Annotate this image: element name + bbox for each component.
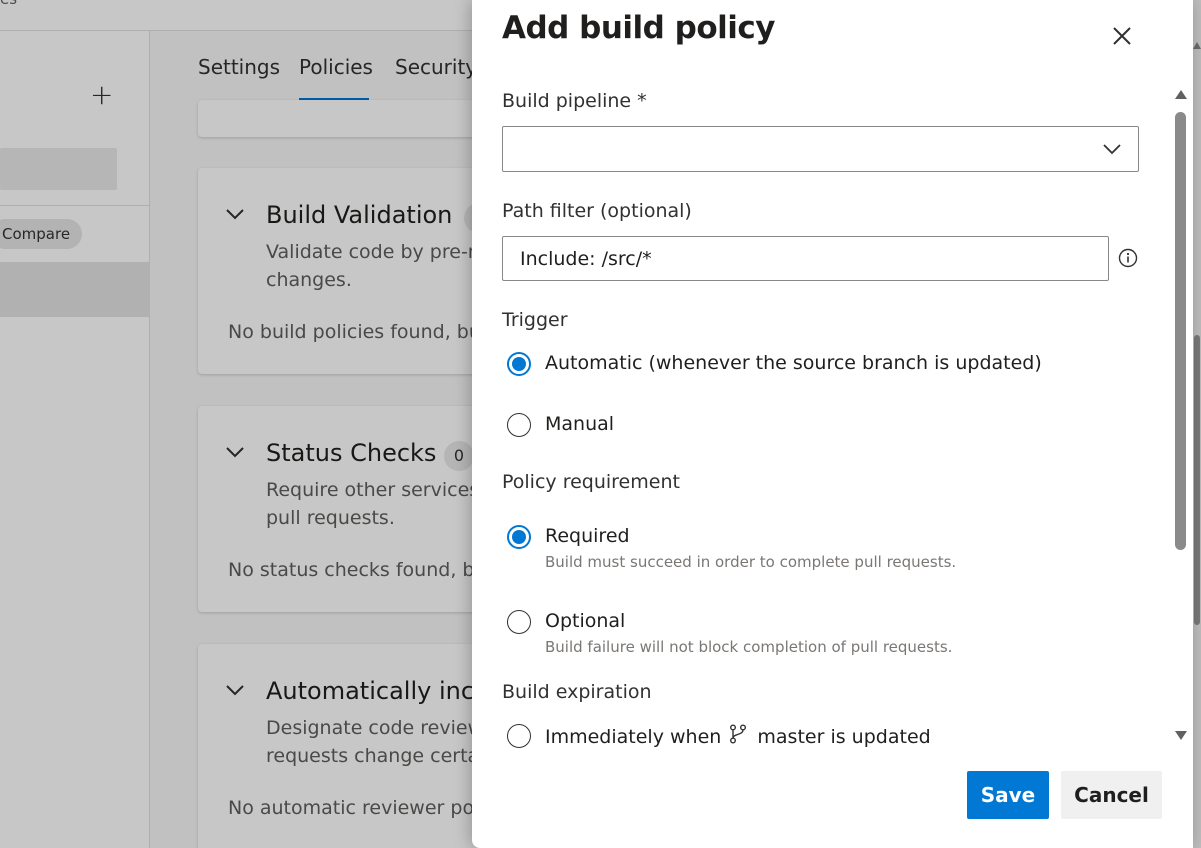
path-filter-label: Path filter (optional) xyxy=(502,200,692,222)
expiration-immediately-radio[interactable] xyxy=(507,724,531,748)
path-filter-input[interactable] xyxy=(502,236,1109,281)
trigger-manual-radio[interactable] xyxy=(507,413,531,437)
requirement-required-description: Build must succeed in order to complete … xyxy=(545,553,957,571)
requirement-optional-radio[interactable] xyxy=(507,610,531,634)
chevron-down-icon xyxy=(1103,144,1121,155)
dialog-title: Add build policy xyxy=(502,10,775,46)
build-expiration-label: Build expiration xyxy=(502,681,652,703)
build-pipeline-dropdown[interactable] xyxy=(502,126,1139,172)
requirement-required-radio[interactable] xyxy=(507,525,531,549)
dialog-scrollbar[interactable] xyxy=(1172,90,1190,745)
trigger-manual-label[interactable]: Manual xyxy=(545,413,614,435)
expiration-immediately-label[interactable]: Immediately when master is updated xyxy=(545,724,931,748)
branch-icon xyxy=(730,724,747,744)
scroll-down-arrow[interactable] xyxy=(1175,731,1187,740)
branch-name: master xyxy=(757,726,825,748)
save-button[interactable]: Save xyxy=(967,771,1049,819)
info-icon[interactable] xyxy=(1118,248,1138,268)
scrollbar-thumb[interactable] xyxy=(1175,112,1186,550)
add-build-policy-dialog: Add build policy Build pipeline * Path f… xyxy=(472,0,1193,848)
cancel-button[interactable]: Cancel xyxy=(1061,771,1162,819)
trigger-automatic-label[interactable]: Automatic (whenever the source branch is… xyxy=(545,352,1042,374)
policy-requirement-label: Policy requirement xyxy=(502,471,680,493)
trigger-automatic-radio[interactable] xyxy=(507,352,531,376)
requirement-required-label[interactable]: Required xyxy=(545,525,630,547)
trigger-label: Trigger xyxy=(502,309,568,331)
requirement-optional-label[interactable]: Optional xyxy=(545,610,625,632)
expiration-prefix-text: Immediately when xyxy=(545,726,722,748)
scroll-up-arrow[interactable] xyxy=(1175,90,1187,99)
expiration-suffix-text: is updated xyxy=(830,726,931,748)
build-pipeline-label: Build pipeline * xyxy=(502,90,647,112)
requirement-optional-description: Build failure will not block completion … xyxy=(545,638,953,656)
close-icon[interactable] xyxy=(1108,22,1136,50)
